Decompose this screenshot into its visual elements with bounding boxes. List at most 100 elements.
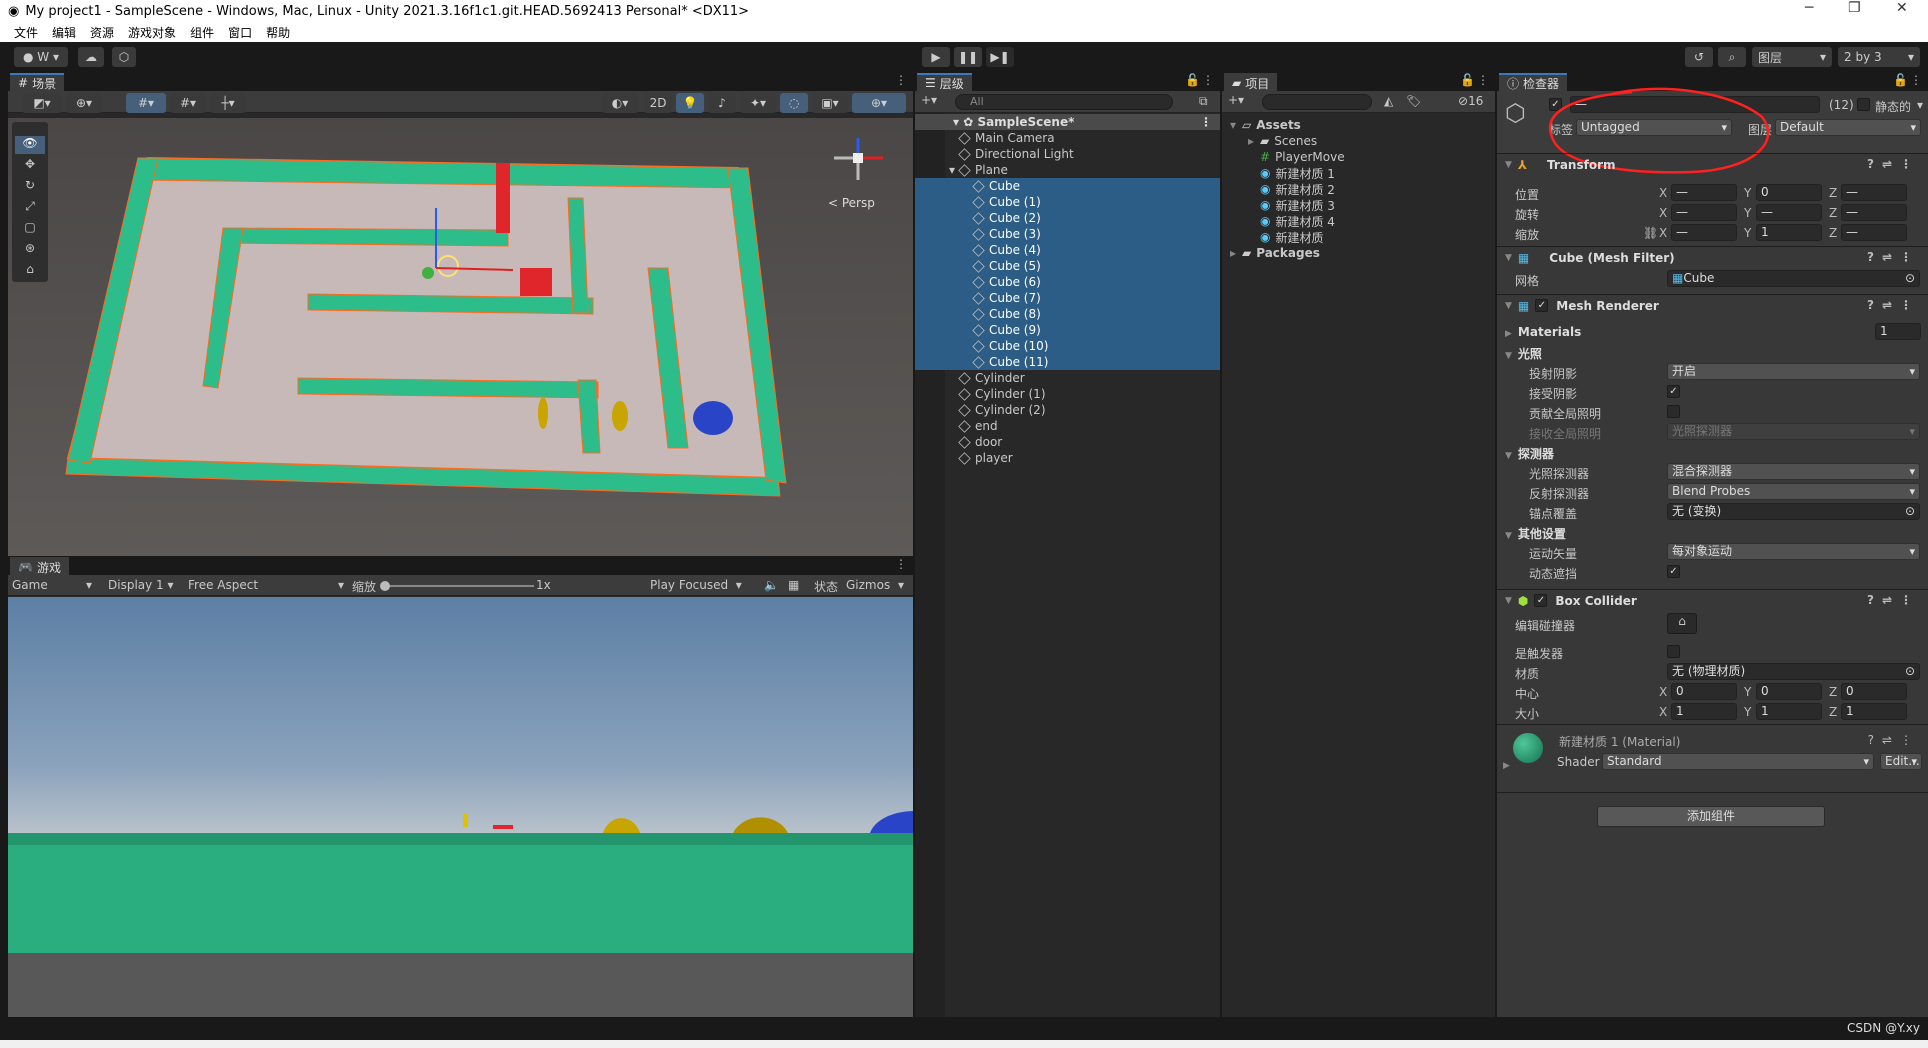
tab-hierarchy[interactable]: ☰ 层级 — [917, 73, 972, 91]
hierarchy-item[interactable]: player — [915, 450, 1220, 466]
box-collider-enabled-checkbox[interactable]: ✓ — [1534, 594, 1548, 607]
step-button[interactable]: ▶❚ — [986, 47, 1014, 67]
hierarchy-item[interactable]: ▾ Plane — [915, 162, 1220, 178]
rotate-tool-icon[interactable]: ↻ — [15, 178, 45, 196]
shading-dropdown[interactable]: ◐▾ — [602, 93, 638, 113]
hierarchy-item[interactable]: Cube (9) — [915, 322, 1220, 338]
hierarchy-item[interactable]: Cube (5) — [915, 258, 1220, 274]
position-x-field[interactable]: — — [1671, 184, 1737, 201]
scene-viewport[interactable]: < Persp 👁 ✥ ↻ ⤢ ▢ ⊛ ⌂ — [8, 118, 913, 556]
edit-collider-button[interactable]: ⌂ — [1667, 613, 1697, 634]
expand-arrow[interactable]: ▾ — [1230, 118, 1242, 132]
custom-tool-icon[interactable]: ⌂ — [15, 262, 45, 280]
object-picker-icon[interactable]: ⊙ — [1905, 664, 1915, 679]
audio-icon[interactable]: ♪ — [708, 93, 736, 113]
gizmos-dropdown[interactable]: ⊕▾ — [852, 93, 906, 113]
project-item[interactable]: ▾ ▱ Assets — [1222, 117, 1495, 133]
scene-visibility-icon[interactable]: ⧉ — [1199, 94, 1208, 109]
more-icon[interactable]: ⋮ — [895, 557, 907, 571]
transform-header[interactable]: ▼ ⅄ Transform ?⇌⋮ — [1497, 153, 1928, 175]
project-item[interactable]: # PlayerMove — [1222, 149, 1495, 165]
component-actions[interactable]: ?⇌⋮ — [1868, 733, 1920, 747]
mesh-renderer-header[interactable]: ▼ ▦ ✓ Mesh Renderer ?⇌⋮ — [1497, 294, 1928, 316]
search-icon[interactable]: ⌕ — [1718, 47, 1746, 67]
position-y-field[interactable]: 0 — [1756, 184, 1822, 201]
transform-tool-icon[interactable]: ⊛ — [15, 241, 45, 259]
move-tool-icon[interactable]: ✥ — [15, 157, 45, 175]
mesh-filter-header[interactable]: ▼ ▦ Cube (Mesh Filter) ?⇌⋮ — [1497, 246, 1928, 268]
gizmos-dropdown-arrow[interactable]: ▾ — [898, 578, 904, 592]
rotation-x-field[interactable]: — — [1671, 204, 1737, 221]
position-z-field[interactable]: — — [1841, 184, 1907, 201]
grid-snap-button[interactable]: #▾ — [126, 93, 166, 113]
hierarchy-item[interactable]: Cube (11) — [915, 354, 1220, 370]
light-probes-dropdown[interactable]: 混合探测器 — [1667, 463, 1920, 480]
probes-foldout[interactable]: ▼ 探测器 — [1505, 445, 1554, 462]
component-actions[interactable]: ?⇌⋮ — [1867, 250, 1920, 264]
effects-dropdown[interactable]: ✦▾ — [740, 93, 776, 113]
materials-foldout[interactable]: ▶ Materials — [1505, 325, 1581, 339]
project-item[interactable]: ◉ 新建材质 — [1222, 229, 1495, 245]
menu-window[interactable]: 窗口 — [228, 24, 252, 41]
rect-tool-icon[interactable]: ▢ — [15, 220, 45, 238]
dynamic-occlusion-checkbox[interactable]: ✓ — [1667, 565, 1680, 578]
project-item[interactable]: ◉ 新建材质 2 — [1222, 181, 1495, 197]
project-search-input[interactable] — [1262, 94, 1372, 110]
play-mode-dropdown[interactable]: Play Focused ▾ — [650, 578, 742, 592]
hierarchy-item[interactable]: Cube (6) — [915, 274, 1220, 290]
hierarchy-item[interactable]: door — [915, 434, 1220, 450]
search-type-icon[interactable]: ◭ — [1384, 94, 1393, 108]
hierarchy-item[interactable]: end — [915, 418, 1220, 434]
expand-arrow[interactable]: ▸ — [1230, 246, 1242, 260]
menu-assets[interactable]: 资源 — [90, 24, 114, 41]
physics-material-field[interactable]: 无 (物理材质) ⊙ — [1667, 663, 1920, 680]
collab-icon[interactable]: ⬡ — [112, 47, 136, 67]
hierarchy-item[interactable]: Main Camera — [915, 130, 1220, 146]
hierarchy-item[interactable]: Cube (7) — [915, 290, 1220, 306]
aspect-dropdown[interactable]: Free Aspect ▾ — [188, 578, 344, 592]
tab-project[interactable]: ▰ 项目 — [1224, 73, 1278, 91]
project-item[interactable]: ◉ 新建材质 4 — [1222, 213, 1495, 229]
hierarchy-item[interactable]: Cube (4) — [915, 242, 1220, 258]
receive-shadows-checkbox[interactable]: ✓ — [1667, 385, 1680, 398]
component-actions[interactable]: ?⇌⋮ — [1867, 593, 1920, 607]
is-trigger-checkbox[interactable] — [1667, 645, 1680, 658]
hierarchy-item[interactable]: Directional Light — [915, 146, 1220, 162]
shader-edit-button[interactable]: Edit... — [1880, 753, 1922, 770]
increment-snap-icon[interactable]: ┼▾ — [210, 93, 246, 113]
hierarchy-item[interactable]: Cylinder (1) — [915, 386, 1220, 402]
rotation-z-field[interactable]: — — [1841, 204, 1907, 221]
more-icon[interactable]: ⋮ — [1910, 73, 1922, 87]
menu-edit[interactable]: 编辑 — [52, 24, 76, 41]
cast-shadows-dropdown[interactable]: 开启 — [1667, 363, 1920, 380]
lighting-foldout[interactable]: ▼ 光照 — [1505, 345, 1542, 362]
hierarchy-item[interactable]: Cube (3) — [915, 226, 1220, 242]
lighting-icon[interactable]: 💡 — [676, 93, 704, 113]
expand-arrow[interactable]: ▾ — [949, 163, 955, 177]
scale-y-field[interactable]: 1 — [1756, 224, 1822, 241]
create-button[interactable]: +▾ — [1228, 93, 1244, 107]
lock-icon[interactable]: 🔓 — [1893, 73, 1908, 87]
more-icon[interactable]: ⋮ — [1202, 73, 1214, 87]
layer-dropdown[interactable]: Default — [1775, 119, 1921, 136]
hierarchy-item[interactable]: Cube (1) — [915, 194, 1220, 210]
hierarchy-item[interactable]: Cube — [915, 178, 1220, 194]
scene-root[interactable]: ▾ ✿ SampleScene* ⋮ — [915, 114, 1220, 130]
component-actions[interactable]: ?⇌⋮ — [1867, 157, 1920, 171]
lock-icon[interactable]: 🔓 — [1185, 73, 1200, 87]
scale-tool-icon[interactable]: ⤢ — [15, 199, 45, 217]
play-button[interactable]: ▶ — [922, 47, 950, 67]
add-component-button[interactable]: 添加组件 — [1597, 806, 1825, 827]
scale-slider[interactable] — [380, 581, 534, 591]
view-tool-icon[interactable]: 👁 — [15, 136, 45, 154]
hierarchy-search-input[interactable]: All — [955, 94, 1173, 110]
hierarchy-item[interactable]: Cube (10) — [915, 338, 1220, 354]
hierarchy-item[interactable]: Cube (2) — [915, 210, 1220, 226]
menu-file[interactable]: 文件 — [14, 24, 38, 41]
tab-game[interactable]: 🎮 游戏 — [10, 557, 69, 575]
2d-toggle[interactable]: 2D — [644, 93, 672, 113]
rotation-y-field[interactable]: — — [1756, 204, 1822, 221]
expand-arrow[interactable]: ▶ — [1503, 761, 1510, 771]
more-icon[interactable]: ⋮ — [895, 73, 907, 87]
object-picker-icon[interactable]: ⊙ — [1905, 504, 1915, 519]
